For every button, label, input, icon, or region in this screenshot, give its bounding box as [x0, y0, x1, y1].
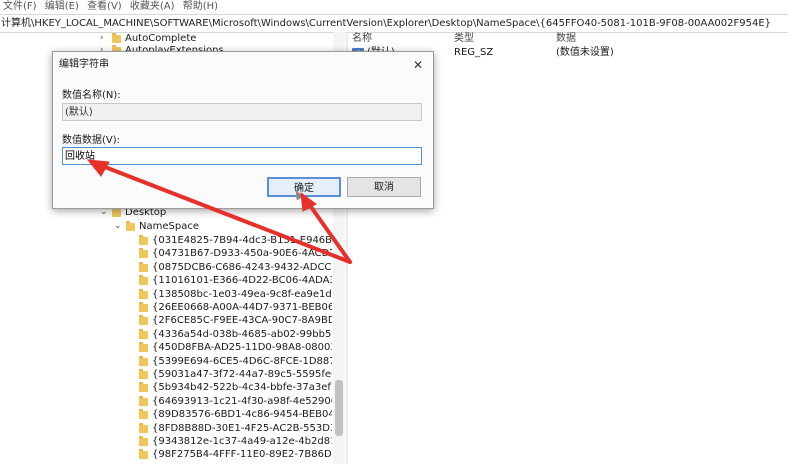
tree-item-namespace-child[interactable]: {9343812e-1c37-4a49-a12e-4b2d810 — [139, 435, 332, 448]
tree-item-namespace-child[interactable]: {8FD8B88D-30E1-4F25-AC2B-553D3D — [139, 422, 332, 435]
value-type: REG_SZ — [454, 47, 494, 58]
value-data-input[interactable]: 回收站 — [62, 147, 422, 165]
tree-item-namespace-child[interactable]: {59031a47-3f72-44a7-89c5-5595fe6b — [139, 368, 332, 381]
folder-icon — [139, 248, 148, 259]
folder-icon — [139, 235, 148, 245]
chevron-down-icon[interactable]: ⌄ — [114, 220, 122, 233]
tree-item-namespace[interactable]: ⌄ NameSpace — [114, 220, 330, 233]
tree-item-namespace-child[interactable]: {450D8FBA-AD25-11D0-98A8-08003 — [139, 341, 332, 354]
folder-icon — [139, 261, 148, 272]
folder-icon — [139, 275, 148, 286]
column-header-data[interactable]: 数据 — [556, 32, 576, 46]
value-data: (数值未设置) — [556, 47, 614, 58]
folder-icon — [139, 315, 148, 326]
cancel-button[interactable]: 取消 — [347, 177, 421, 197]
folder-icon — [139, 288, 148, 299]
menu-favorites[interactable]: 收藏夹(A) — [130, 1, 175, 12]
tree-item-namespace-child[interactable]: {04731B67-D933-450a-90E6-4ACD2E — [139, 247, 332, 260]
address-bar[interactable]: 计算机\HKEY_LOCAL_MACHINE\SOFTWARE\Microsof… — [0, 14, 788, 33]
value-name-label: 数值名称(N): — [62, 90, 121, 101]
folder-icon — [139, 369, 148, 379]
tree-item-namespace-child[interactable]: {138508bc-1e03-49ea-9c8f-ea9e1d0 — [139, 288, 332, 301]
tree-item-namespace-child[interactable]: {0875DCB6-C686-4243-9432-ADCCF — [139, 261, 332, 274]
folder-icon — [139, 436, 148, 446]
menu-file[interactable]: 文件(F) — [3, 1, 37, 12]
folder-icon — [139, 355, 148, 366]
folder-icon — [112, 33, 121, 43]
tree-item-namespace-child[interactable]: {26EE0668-A00A-44D7-9371-BEB064 — [139, 301, 332, 314]
folder-icon — [139, 449, 148, 460]
tree-item-namespace-child[interactable]: {11016101-E366-4D22-BC06-4ADA3 — [139, 274, 332, 287]
dialog-title: 编辑字符串 — [59, 59, 109, 70]
list-header: 名称 类型 数据 — [350, 32, 788, 46]
tree-item-namespace-child[interactable]: {5b934b42-522b-4c34-bbfe-37a3ef7 — [139, 381, 332, 394]
column-header-name[interactable]: 名称 — [352, 32, 372, 46]
value-data-label: 数值数据(V): — [62, 135, 121, 146]
value-name-field: (默认) — [62, 103, 422, 121]
folder-icon — [139, 382, 148, 393]
tree-item-namespace-child[interactable]: {64693913-1c21-4f30-a98f-4e52906 — [139, 395, 332, 408]
menu-bar: 文件(F) 编辑(E) 查看(V) 收藏夹(A) 帮助(H) — [0, 0, 788, 14]
folder-icon — [139, 409, 148, 420]
tree-item-namespace-child[interactable]: {4336a54d-038b-4685-ab02-99bb52 — [139, 328, 332, 341]
ok-button[interactable]: 确定 — [267, 177, 341, 197]
folder-icon — [139, 302, 148, 312]
folder-icon — [126, 221, 135, 231]
menu-edit[interactable]: 编辑(E) — [45, 1, 79, 12]
folder-icon — [139, 328, 148, 339]
menu-help[interactable]: 帮助(H) — [183, 1, 218, 12]
tree-item-namespace-child[interactable]: {2F6CE85C-F9EE-43CA-90C7-8A9BD5 — [139, 314, 332, 327]
tree-item-namespace-child[interactable]: {5399E694-6CE5-4D6C-8FCE-1D8870 — [139, 355, 332, 368]
scrollbar-thumb[interactable] — [335, 380, 343, 436]
tree-item-namespace-child[interactable]: {031E4825-7B94-4dc3-B131-E946B44 — [139, 234, 332, 247]
close-icon[interactable]: ✕ — [409, 56, 427, 74]
menu-view[interactable]: 查看(V) — [87, 1, 122, 12]
edit-string-dialog: 编辑字符串 ✕ 数值名称(N): (默认) 数值数据(V): 回收站 确定 取消 — [52, 51, 434, 209]
tree-item-namespace-child[interactable]: {98F275B4-4FFF-11E0-89E2-7B86DFD — [139, 448, 332, 461]
tree-item-namespace-child[interactable]: {89D83576-6BD1-4c86-9454-BEB04E — [139, 408, 332, 421]
folder-icon — [139, 422, 148, 433]
folder-icon — [139, 342, 148, 353]
folder-icon — [139, 395, 148, 406]
column-header-type[interactable]: 类型 — [454, 32, 474, 46]
folder-icon — [112, 207, 121, 217]
